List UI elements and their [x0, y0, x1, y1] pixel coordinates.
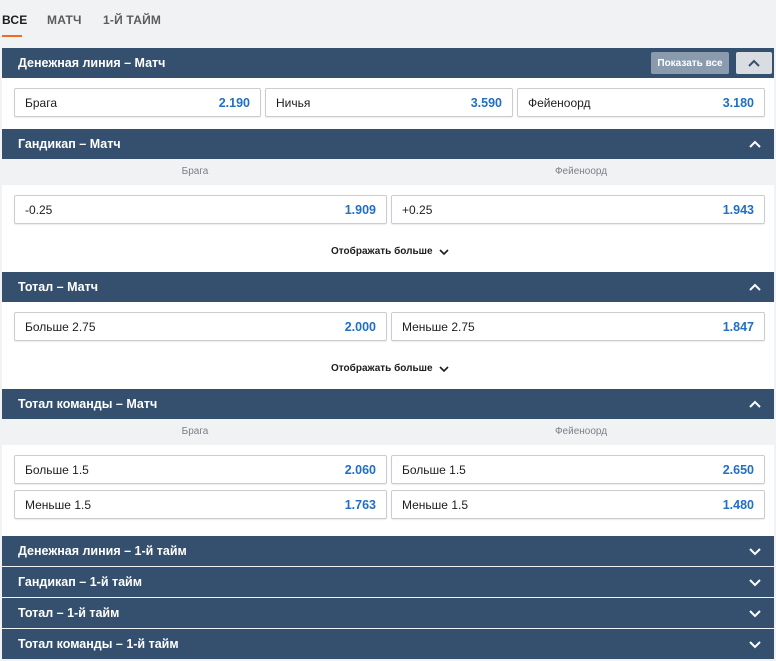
odd-value: 2.650	[722, 462, 754, 477]
odd-label: Больше 1.5	[25, 462, 89, 477]
team-total-panel: Больше 1.5 2.060 Больше 1.5 2.650 Меньше…	[2, 445, 774, 536]
handicap-column-header: Брага Фейеноорд	[2, 159, 774, 185]
column-title-braga: Брага	[181, 426, 209, 437]
section-title: Гандикап – 1-й тайм	[18, 575, 142, 589]
odd-value: 1.480	[722, 497, 754, 512]
odd-label: Брага	[25, 95, 58, 110]
section-title: Денежная линия – Матч	[18, 56, 166, 70]
section-title: Тотал команды – Матч	[18, 397, 158, 411]
odd-button-over[interactable]: Больше 2.75 2.000	[14, 312, 387, 341]
chevron-up-icon	[749, 400, 761, 408]
odd-label: Ничья	[276, 95, 311, 110]
section-header-total[interactable]: Тотал – Матч	[2, 272, 774, 302]
tab-first-half[interactable]: 1-Й ТАЙМ	[103, 13, 161, 27]
handicap-panel: -0.25 1.909 +0.25 1.943 Отображать больш…	[2, 185, 774, 272]
odd-label: -0.25	[25, 202, 53, 217]
column-title-feyenoord: Фейеноорд	[554, 426, 608, 437]
odd-button-braga[interactable]: Брага 2.190	[14, 88, 261, 117]
section-header-moneyline[interactable]: Денежная линия – Матч Показать все	[2, 48, 774, 78]
odd-button-feyenoord[interactable]: Фейеноорд 3.180	[517, 88, 765, 117]
odd-button-feyenoord-over[interactable]: Больше 1.5 2.650	[391, 455, 765, 484]
tab-all[interactable]: ВСЕ	[2, 13, 27, 27]
show-all-button[interactable]: Показать все	[651, 52, 729, 74]
active-tab-indicator	[2, 35, 22, 37]
odd-label: +0.25	[402, 202, 433, 217]
section-title: Гандикап – Матч	[18, 137, 121, 151]
odd-value: 2.190	[218, 95, 250, 110]
show-more-label: Отображать больше	[331, 246, 433, 257]
show-more-button[interactable]: Отображать больше	[331, 363, 449, 374]
odd-label: Меньше 2.75	[402, 319, 475, 334]
section-header-handicap-first-half[interactable]: Гандикап – 1-й тайм	[2, 567, 774, 597]
odd-value: 3.590	[470, 95, 502, 110]
odd-label: Больше 2.75	[25, 319, 96, 334]
chevron-up-icon	[748, 59, 760, 67]
section-header-team-total[interactable]: Тотал команды – Матч	[2, 389, 774, 419]
odd-button-braga-over[interactable]: Больше 1.5 2.060	[14, 455, 387, 484]
odd-button-handicap-feyenoord[interactable]: +0.25 1.943	[391, 195, 765, 224]
chevron-down-icon	[749, 579, 761, 587]
section-header-handicap[interactable]: Гандикап – Матч	[2, 129, 774, 159]
chevron-down-icon	[438, 248, 449, 255]
odd-value: 1.763	[344, 497, 376, 512]
chevron-down-icon	[438, 365, 449, 372]
odd-value: 1.909	[344, 202, 376, 217]
odd-label: Меньше 1.5	[25, 497, 91, 512]
section-title: Тотал команды – 1-й тайм	[18, 637, 179, 651]
odd-button-feyenoord-under[interactable]: Меньше 1.5 1.480	[391, 490, 765, 519]
collapse-button[interactable]	[736, 52, 772, 74]
show-more-label: Отображать больше	[331, 363, 433, 374]
odd-label: Фейеноорд	[528, 95, 591, 110]
odd-button-draw[interactable]: Ничья 3.590	[265, 88, 513, 117]
chevron-up-icon	[749, 140, 761, 148]
column-title-braga: Брага	[181, 166, 209, 177]
odd-button-braga-under[interactable]: Меньше 1.5 1.763	[14, 490, 387, 519]
odd-button-handicap-braga[interactable]: -0.25 1.909	[14, 195, 387, 224]
section-title: Тотал – 1-й тайм	[18, 606, 120, 620]
section-header-team-total-first-half[interactable]: Тотал команды – 1-й тайм	[2, 629, 774, 659]
chevron-up-icon	[749, 283, 761, 291]
odd-label: Больше 1.5	[402, 462, 466, 477]
odd-value: 2.000	[344, 319, 376, 334]
odd-label: Меньше 1.5	[402, 497, 468, 512]
odd-value: 1.943	[722, 202, 754, 217]
section-title: Тотал – Матч	[18, 280, 98, 294]
chevron-down-icon	[749, 548, 761, 556]
total-panel: Больше 2.75 2.000 Меньше 2.75 1.847 Отоб…	[2, 302, 774, 389]
tab-match[interactable]: МАТЧ	[47, 13, 82, 27]
chevron-down-icon	[749, 610, 761, 618]
odd-value: 3.180	[722, 95, 754, 110]
chevron-down-icon	[749, 641, 761, 649]
odd-value: 2.060	[344, 462, 376, 477]
moneyline-panel: Брага 2.190 Ничья 3.590 Фейеноорд 3.180	[2, 78, 774, 129]
section-header-moneyline-first-half[interactable]: Денежная линия – 1-й тайм	[2, 536, 774, 566]
market-tabs: ВСЕ МАТЧ 1-Й ТАЙМ	[0, 0, 776, 40]
column-title-feyenoord: Фейеноорд	[554, 166, 608, 177]
show-more-button[interactable]: Отображать больше	[331, 246, 449, 257]
section-header-total-first-half[interactable]: Тотал – 1-й тайм	[2, 598, 774, 628]
odd-value: 1.847	[722, 319, 754, 334]
odd-button-under[interactable]: Меньше 2.75 1.847	[391, 312, 765, 341]
section-title: Денежная линия – 1-й тайм	[18, 544, 187, 558]
team-total-column-header: Брага Фейеноорд	[2, 419, 774, 445]
